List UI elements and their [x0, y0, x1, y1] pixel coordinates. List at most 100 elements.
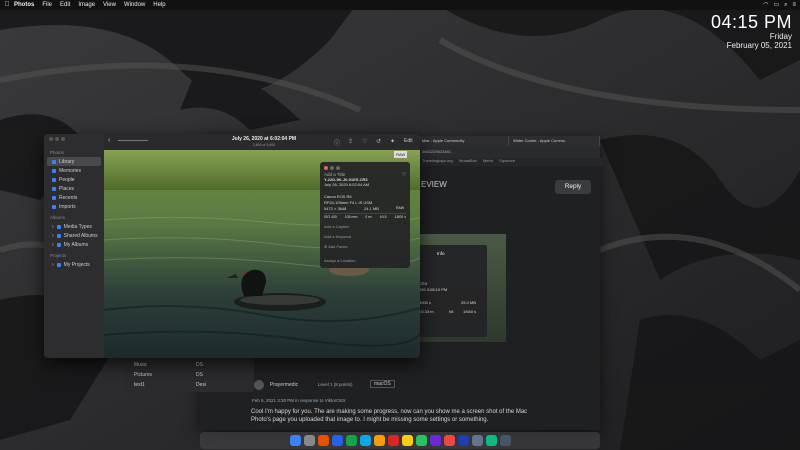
info-add-keyword[interactable]: Add a Keyword [324, 234, 351, 239]
finder-file[interactable]: Desi [196, 382, 206, 388]
menu-view[interactable]: View [103, 0, 116, 10]
sidebar-item-my-projects[interactable]: › My Projects [44, 260, 104, 269]
browser-tab-bar: Mac - Apple Community Water Cooler - App… [418, 136, 600, 146]
info-assign-location[interactable]: Assign a Location [324, 258, 356, 263]
finder-file[interactable]: DS [196, 362, 203, 368]
photo-title: July 26, 2020 at 6:02:04 PM [231, 136, 297, 142]
post-author[interactable]: Prayermedic [270, 382, 298, 388]
sidebar-item-label: Memories [59, 167, 81, 174]
info-stat: f/4.5 [379, 215, 387, 219]
info-add-caption[interactable]: Add a Caption [324, 224, 349, 229]
menu-window[interactable]: Window [124, 0, 145, 10]
favorite-icon[interactable]: ♡ [402, 172, 406, 178]
menu-image[interactable]: Image [78, 0, 95, 10]
close-icon[interactable] [49, 137, 53, 141]
battery-icon[interactable]: ▭ [773, 0, 779, 10]
photos-icon[interactable] [373, 435, 385, 446]
calendar-icon[interactable] [387, 435, 399, 446]
menu-help[interactable]: Help [153, 0, 165, 10]
menu-app-name[interactable]: Photos [14, 0, 34, 10]
folder-icon [56, 233, 61, 238]
info-icon[interactable]: ⓘ [334, 138, 340, 147]
search-icon[interactable]: ⌕ [784, 0, 787, 10]
app-store-icon[interactable] [457, 435, 469, 446]
sidebar-item-label: Recents [59, 194, 78, 201]
browser-tab[interactable]: Water Cooler - Apple Commu [509, 136, 600, 146]
trash-icon[interactable] [499, 435, 511, 446]
menu-bar:  Photos File Edit Image View Window Hel… [0, 0, 800, 10]
sidebar-item-people[interactable]: People [44, 175, 104, 184]
safari-icon[interactable] [331, 435, 343, 446]
menu-edit[interactable]: Edit [60, 0, 70, 10]
bookmark-item[interactable]: Travelinglogo.org [422, 158, 453, 166]
zoom-slider[interactable] [118, 140, 148, 141]
info-panel-mb: 29.3 MB [461, 300, 476, 305]
info-panel-title: Info [437, 251, 445, 256]
photos-sidebar: Photos Library Memories People Places Re… [44, 134, 104, 358]
info-panel-controls [324, 166, 340, 170]
sidebar-item-places[interactable]: Places [44, 184, 104, 193]
firefox-icon[interactable] [317, 435, 329, 446]
bookmark-item[interactable]: Metro [483, 158, 493, 166]
sidebar-item-media-types[interactable]: › Media Types [44, 222, 104, 231]
back-icon[interactable]: ‹ [108, 137, 110, 144]
finder-item-music[interactable]: Music [134, 362, 147, 368]
music-icon[interactable] [443, 435, 455, 446]
url-bar[interactable]: 4663229623481 [418, 146, 600, 158]
people-icon [52, 177, 56, 182]
settings-icon[interactable] [471, 435, 483, 446]
edit-button[interactable]: Edit [404, 138, 413, 144]
rotate-icon[interactable]: ↺ [376, 138, 381, 145]
control-center-icon[interactable]: ≡ [792, 0, 796, 10]
sidebar-item-my-albums[interactable]: › My Albums [44, 240, 104, 249]
notes-icon[interactable] [401, 435, 413, 446]
post-meta: Feb 5, 2021 3:30 PM in response to Vikto… [252, 398, 346, 403]
finder-item-test1[interactable]: test1 [134, 382, 145, 388]
add-faces-icon: ⊕ [324, 244, 328, 249]
info-stat: 0 ev [365, 215, 372, 219]
zoom-icon[interactable] [61, 137, 65, 141]
apple-icon[interactable]:  [0, 0, 14, 10]
sidebar-item-imports[interactable]: Imports [44, 202, 104, 211]
podcasts-icon[interactable] [429, 435, 441, 446]
zoom-icon[interactable] [336, 166, 340, 170]
sidebar-item-recents[interactable]: Recents [44, 193, 104, 202]
clock-widget: 04:15 PM Friday February 05, 2021 [711, 12, 792, 50]
post-tag[interactable]: macOS [370, 380, 395, 388]
spotify-icon[interactable] [485, 435, 497, 446]
close-icon[interactable] [324, 166, 328, 170]
sidebar-item-memories[interactable]: Memories [44, 166, 104, 175]
favorite-icon[interactable]: ♡ [362, 138, 367, 145]
browser-tab[interactable]: Mac - Apple Community [418, 136, 509, 146]
folder-icon [56, 242, 61, 247]
finder-file[interactable]: DS [196, 372, 203, 378]
messages-icon[interactable] [345, 435, 357, 446]
facetime-icon[interactable] [415, 435, 427, 446]
wifi-icon[interactable]: ◠ [763, 0, 768, 10]
sidebar-item-shared-albums[interactable]: › Shared Albums [44, 231, 104, 240]
memories-icon [52, 168, 56, 173]
finder-item-pictures[interactable]: Pictures [134, 372, 152, 378]
bookmarks-bar: Travelinglogo.org VirtualBox Metro Squee… [418, 158, 604, 166]
sidebar-item-label: My Projects [63, 261, 90, 268]
reply-button[interactable]: Reply [555, 180, 591, 194]
avatar[interactable] [254, 380, 264, 390]
info-format: RAW [396, 206, 405, 210]
share-icon[interactable]: ⇪ [348, 138, 353, 145]
minimize-icon[interactable] [330, 166, 334, 170]
minimize-icon[interactable] [55, 137, 59, 141]
photos-toolbar: ‹ July 26, 2020 at 6:02:04 PM 3,600 of 3… [104, 134, 420, 150]
info-panel-stat: f/8 [449, 309, 454, 314]
bookmark-item[interactable]: Squeeze [499, 158, 515, 166]
dock [200, 432, 600, 449]
launchpad-icon[interactable] [303, 435, 315, 446]
finder-icon[interactable] [289, 435, 301, 446]
menu-file[interactable]: File [42, 0, 52, 10]
info-stat: ISO 400 [324, 215, 337, 219]
enhance-icon[interactable]: ✦ [390, 138, 395, 145]
mail-icon[interactable] [359, 435, 371, 446]
info-add-faces[interactable]: ⊕ Add Faces [324, 244, 347, 249]
sidebar-item-library[interactable]: Library [47, 157, 101, 166]
bookmark-item[interactable]: VirtualBox [459, 158, 477, 166]
info-add-faces-label: Add Faces [328, 244, 348, 249]
